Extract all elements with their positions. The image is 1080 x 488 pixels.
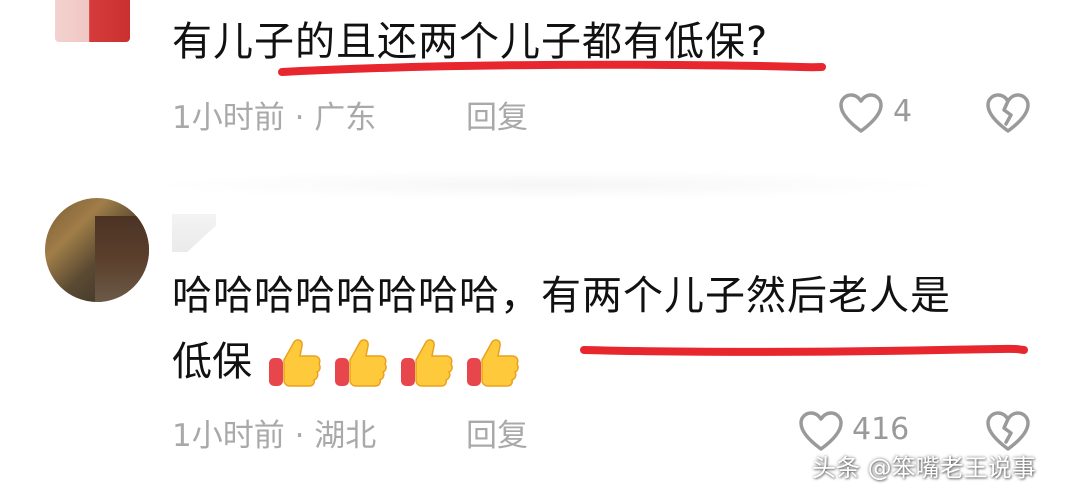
comment-text-line-1: 哈哈哈哈哈哈哈哈，有两个儿子然后老人是 [172, 273, 951, 319]
red-underline-annotation [278, 60, 826, 76]
comment-divider [150, 170, 950, 200]
thumbs-up-emoji-icon [401, 339, 453, 387]
commenter-avatar[interactable] [45, 198, 149, 302]
thumbs-up-emoji-icon [269, 339, 321, 387]
comment-text-line-2: 低保 [172, 339, 252, 385]
heart-outline-icon[interactable] [838, 92, 884, 134]
heart-outline-icon[interactable] [798, 410, 844, 452]
commenter-avatar[interactable] [55, 0, 130, 42]
reply-button[interactable]: 回复 [466, 410, 528, 455]
broken-heart-icon[interactable] [985, 92, 1031, 134]
comment-time: 1小时前 [172, 418, 285, 454]
comment-time: 1小时前 [172, 100, 285, 136]
meta-dot: · [284, 100, 315, 136]
comment-meta: 1小时前 · 湖北 [172, 410, 376, 455]
emoji-group [266, 334, 520, 390]
commenter-name-redacted[interactable] [172, 214, 216, 252]
meta-dot: · [284, 418, 315, 454]
watermark: 头条 @笨嘴老王说事 [812, 454, 1036, 482]
like-count: 416 [852, 412, 910, 447]
comment-location: 广东 [314, 100, 377, 136]
comment-meta: 1小时前 · 广东 [172, 92, 376, 137]
thumbs-up-emoji-icon [467, 339, 519, 387]
avatar-mosaic [95, 216, 149, 302]
red-underline-annotation [580, 344, 1028, 356]
thumbs-up-emoji-icon [335, 339, 387, 387]
like-count: 4 [893, 94, 913, 129]
comment-location: 湖北 [314, 418, 377, 454]
broken-heart-icon[interactable] [985, 410, 1031, 452]
reply-button[interactable]: 回复 [466, 92, 528, 137]
